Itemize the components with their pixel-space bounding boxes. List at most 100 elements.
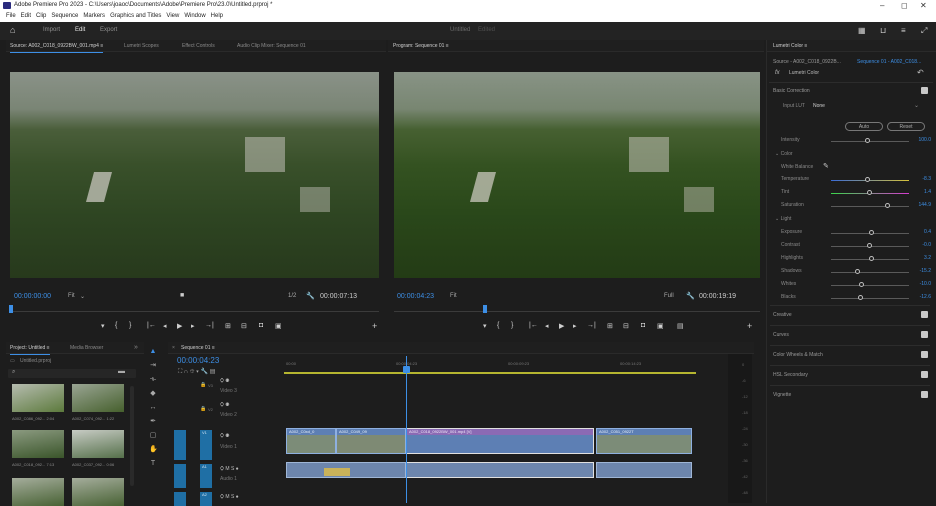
project-scrollbar[interactable]: [130, 386, 134, 486]
whites-value[interactable]: -10.0: [920, 281, 931, 287]
project-search-input[interactable]: [8, 369, 136, 378]
program-playhead[interactable]: [483, 305, 487, 313]
blacks-knob[interactable]: [858, 295, 863, 300]
tab-effect-controls[interactable]: Effect Controls: [182, 40, 215, 52]
program-time-ruler[interactable]: [394, 306, 760, 312]
go-to-in-icon[interactable]: |←: [529, 322, 538, 329]
saturation-value[interactable]: 144.9: [918, 202, 931, 208]
exposure-knob[interactable]: [869, 230, 874, 235]
timeline-playhead[interactable]: [406, 356, 407, 503]
reset-effect-icon[interactable]: ↶: [917, 68, 924, 77]
work-area-bar[interactable]: [284, 372, 696, 374]
program-fit-select[interactable]: Fit: [450, 293, 457, 299]
eyedropper-icon[interactable]: ✎: [823, 162, 829, 170]
program-timecode[interactable]: 00:00:04:23: [397, 293, 434, 300]
blacks-value[interactable]: -12.6: [920, 294, 931, 300]
shadows-knob[interactable]: [855, 269, 860, 274]
play-icon[interactable]: ▶: [559, 322, 564, 330]
reset-button[interactable]: Reset: [887, 122, 925, 131]
comparison-view-icon[interactable]: ▣: [657, 322, 664, 330]
hsl-checkbox[interactable]: [921, 371, 928, 378]
source-patch-a1[interactable]: [174, 464, 186, 488]
go-to-out-icon[interactable]: →|: [205, 322, 214, 329]
tint-knob[interactable]: [867, 190, 872, 195]
type-tool-icon[interactable]: T: [149, 460, 157, 468]
basic-correction-checkbox[interactable]: [921, 87, 928, 94]
tab-sequence-01[interactable]: Sequence 01 ≡: [181, 342, 215, 354]
lift-icon[interactable]: ⊞: [607, 322, 613, 330]
lock-icon[interactable]: 🔒: [200, 406, 206, 412]
video-clip-4[interactable]: A002_C051_0922T: [596, 428, 692, 454]
section-vignette[interactable]: Vignette: [770, 385, 930, 403]
curves-checkbox[interactable]: [921, 331, 928, 338]
thumbnail-clip-4[interactable]: [72, 430, 124, 458]
extract-icon[interactable]: ⊟: [623, 322, 629, 330]
shadows-slider[interactable]: Shadows -15.2: [781, 267, 931, 277]
whites-slider[interactable]: Whites -10.0: [781, 280, 931, 290]
color-wheels-checkbox[interactable]: [921, 351, 928, 358]
intensity-knob[interactable]: [865, 138, 870, 143]
marker-icon[interactable]: ▾: [483, 322, 487, 330]
slip-tool-icon[interactable]: ↔: [149, 404, 157, 412]
highlights-slider[interactable]: Highlights 3.2: [781, 254, 931, 264]
saturation-knob[interactable]: [885, 203, 890, 208]
thumbnail-clip-2[interactable]: [72, 384, 124, 412]
step-forward-icon[interactable]: ▸: [191, 322, 195, 330]
menu-window[interactable]: Window: [184, 13, 205, 19]
temperature-value[interactable]: -8.3: [922, 176, 931, 182]
highlights-knob[interactable]: [869, 256, 874, 261]
thumbnail-clip-5[interactable]: [12, 478, 64, 506]
auto-button[interactable]: Auto: [845, 122, 883, 131]
maximize-button[interactable]: ◻: [901, 0, 908, 11]
menu-markers[interactable]: Markers: [83, 13, 105, 19]
minimize-button[interactable]: –: [880, 0, 884, 11]
section-hsl-secondary[interactable]: HSL Secondary: [770, 365, 930, 383]
mark-in-icon[interactable]: {: [497, 322, 499, 329]
source-ratio-select[interactable]: 1/2: [288, 293, 296, 299]
tab-export[interactable]: Export: [100, 27, 117, 33]
audio-clip-2[interactable]: [406, 462, 594, 478]
tint-value[interactable]: 1.4: [924, 189, 931, 195]
tab-source[interactable]: Source: A002_C018_0922BW_001.mp4 ≡: [10, 40, 104, 53]
source-settings-icon[interactable]: ■: [180, 292, 184, 299]
lock-icon[interactable]: 🔒: [200, 382, 206, 388]
lumetri-sequence-select[interactable]: Sequence 01 - A002_C018...: [857, 59, 921, 65]
program-quality-select[interactable]: Full: [664, 293, 674, 299]
source-timecode[interactable]: 00:00:00:00: [14, 293, 51, 300]
tab-lumetri-color[interactable]: Lumetri Color ≡: [773, 40, 807, 52]
section-creative[interactable]: Creative: [770, 305, 930, 323]
temperature-knob[interactable]: [865, 177, 870, 182]
marker-icon[interactable]: ▾: [101, 322, 105, 330]
mark-in-icon[interactable]: {: [115, 322, 117, 329]
video-clip-3[interactable]: A002_C018_0922BW_001.mp4 [V]: [406, 428, 594, 454]
input-lut-select[interactable]: None: [813, 103, 825, 109]
contrast-slider[interactable]: Contrast -0.0: [781, 241, 931, 251]
source-time-ruler[interactable]: [10, 306, 379, 312]
video-clip-2[interactable]: A002_C049_09: [336, 428, 406, 454]
exposure-slider[interactable]: Exposure 0.4: [781, 228, 931, 238]
timeline-playhead-handle[interactable]: [403, 366, 410, 373]
source-patch-v1[interactable]: [174, 430, 186, 460]
insert-icon[interactable]: ⊞: [225, 322, 231, 330]
eye-icon[interactable]: ⛭ ◉: [220, 378, 229, 384]
tab-import[interactable]: Import: [43, 27, 60, 33]
tint-slider[interactable]: Tint 1.4: [781, 188, 931, 198]
menu-file[interactable]: File: [6, 13, 16, 19]
whites-knob[interactable]: [859, 282, 864, 287]
menu-clip[interactable]: Clip: [36, 13, 46, 19]
pen-tool-icon[interactable]: ✒: [149, 418, 157, 426]
add-button-icon[interactable]: +: [747, 321, 752, 331]
blacks-slider[interactable]: Blacks -12.6: [781, 293, 931, 303]
menu-view[interactable]: View: [166, 13, 179, 19]
overwrite-icon[interactable]: ⊟: [241, 322, 247, 330]
track-target-a2[interactable]: A2: [200, 492, 212, 506]
workspaces-icon[interactable]: ▦: [858, 26, 866, 35]
menu-graphics[interactable]: Graphics and Titles: [110, 13, 161, 19]
wrench-icon[interactable]: 🔧: [686, 292, 695, 300]
rectangle-tool-icon[interactable]: ▢: [149, 432, 157, 440]
creative-checkbox[interactable]: [921, 311, 928, 318]
export-frame-icon[interactable]: ◘: [641, 322, 645, 329]
menu-sequence[interactable]: Sequence: [51, 13, 78, 19]
eye-icon[interactable]: ⛭ ◉: [220, 402, 229, 408]
section-color-wheels[interactable]: Color Wheels & Match: [770, 345, 930, 363]
